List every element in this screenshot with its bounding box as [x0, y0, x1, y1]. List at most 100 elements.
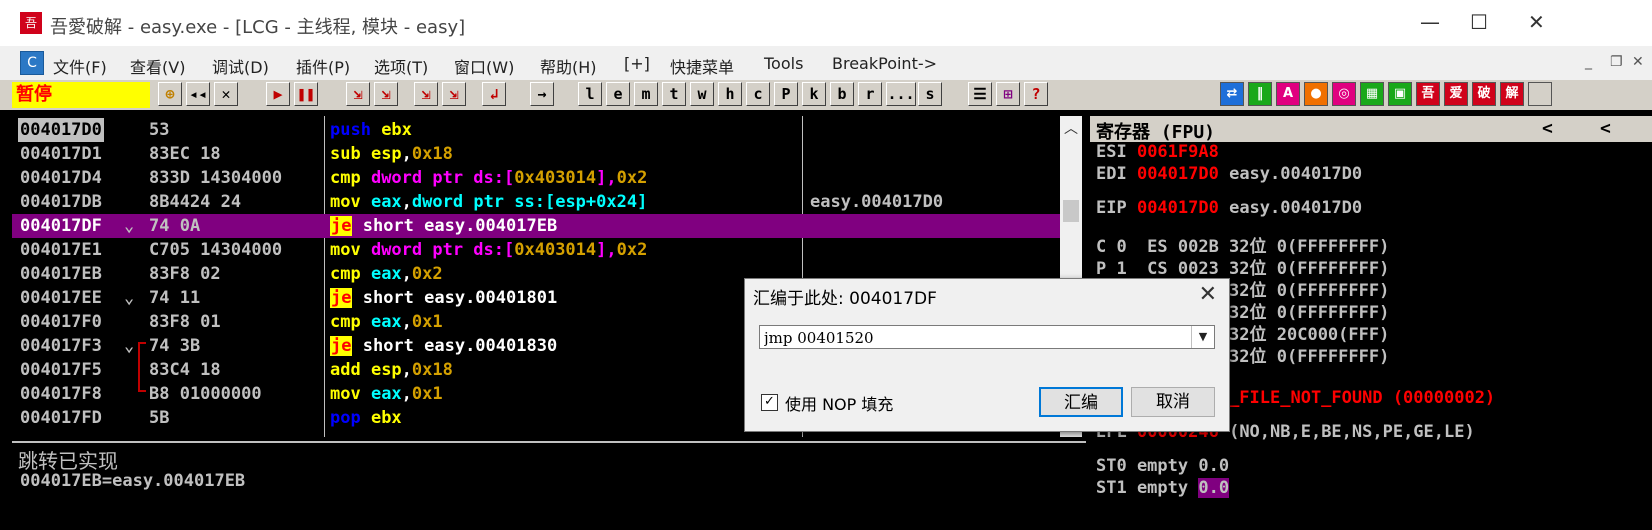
- plugin-record-icon[interactable]: ●: [1304, 82, 1328, 106]
- blank-toolbar-button[interactable]: [1528, 82, 1552, 106]
- instruction: pop ebx: [330, 406, 402, 430]
- jump-status-text: 跳转已实现: [18, 449, 118, 473]
- cancel-button[interactable]: 取消: [1131, 387, 1215, 417]
- references-button[interactable]: r: [858, 82, 882, 106]
- assembly-input[interactable]: ▼: [759, 325, 1215, 350]
- register-line[interactable]: ESI 0061F9A8: [1096, 142, 1219, 162]
- plugin-swap-icon[interactable]: ⇄: [1220, 82, 1244, 106]
- close-button[interactable]: ✕: [1528, 10, 1545, 34]
- disassembly-row[interactable]: 004017D4 833D 14304000 cmp dword ptr ds:[…: [12, 166, 1068, 190]
- address: 004017E1: [20, 240, 102, 260]
- register-line[interactable]: ST0 empty 0.0: [1096, 456, 1229, 476]
- threads-window-button[interactable]: t: [662, 82, 686, 106]
- scroll-up-icon[interactable]: ︿: [1064, 118, 1078, 138]
- goto-button[interactable]: →: [530, 82, 554, 106]
- restart-button[interactable]: ◂◂: [186, 82, 210, 106]
- plugin-target-icon[interactable]: ◎: [1332, 82, 1356, 106]
- modules-window-button[interactable]: e: [606, 82, 630, 106]
- cpu-window-button[interactable]: c: [746, 82, 770, 106]
- instruction-token: 0x2: [616, 168, 648, 188]
- memory-window-button[interactable]: m: [634, 82, 658, 106]
- mdi-minimize-button[interactable]: _: [1585, 54, 1592, 70]
- menu-quick[interactable]: 快捷菜单: [670, 54, 734, 78]
- menu-plus[interactable]: [+]: [624, 54, 650, 73]
- patches-window-button[interactable]: P: [774, 82, 798, 106]
- step-over-button[interactable]: ⇲: [374, 82, 398, 106]
- instruction: je short easy.004017EB: [330, 214, 557, 238]
- handles-window-button[interactable]: h: [718, 82, 742, 106]
- instruction-token: 0x403014: [514, 240, 597, 260]
- register-text: (NO,NB,E,BE,NS,PE,GE,LE): [1218, 422, 1475, 442]
- plugin-grid-icon[interactable]: ▦: [1360, 82, 1384, 106]
- disassembly-row[interactable]: 004017DB 8B4424 24 mov eax,dword ptr ss:[e…: [12, 190, 1068, 214]
- disassembly-row[interactable]: 004017DF ⌄ 74 0A je short easy.004017EB: [12, 214, 1068, 238]
- address: 004017F3: [20, 336, 102, 356]
- minimize-button[interactable]: —: [1420, 10, 1440, 34]
- scroll-thumb[interactable]: [1063, 200, 1079, 222]
- chevron-down-icon[interactable]: ▼: [1191, 326, 1214, 348]
- jump-marker: ⌄: [124, 336, 135, 356]
- disassembly-row[interactable]: 004017E1 C705 14304000 mov dword ptr ds:[…: [12, 238, 1068, 262]
- step-into-button[interactable]: ⇲: [346, 82, 370, 106]
- maximize-button[interactable]: ☐: [1470, 10, 1488, 34]
- register-text: ST1 empty: [1096, 478, 1199, 498]
- register-line[interactable]: EDI 004017D0 easy.004017D0: [1096, 164, 1362, 184]
- options-icon[interactable]: ⊞: [996, 82, 1020, 106]
- cpu-window-icon[interactable]: C: [20, 51, 44, 75]
- run-trace-button[interactable]: ...: [886, 82, 916, 106]
- help-button[interactable]: ?: [1024, 82, 1048, 106]
- hex-bytes: C705 14304000: [149, 240, 283, 260]
- menu-help[interactable]: 帮助(H): [540, 54, 597, 78]
- disassembly-row[interactable]: 004017D0 53 push ebx: [12, 118, 1068, 142]
- menu-options[interactable]: 选项(T): [374, 54, 428, 78]
- breakpoints-window-button[interactable]: b: [830, 82, 854, 106]
- brand-jie-icon[interactable]: 解: [1500, 82, 1524, 106]
- plugin-pause-icon[interactable]: ‖: [1248, 82, 1272, 106]
- hex-bytes: 83F8 02: [149, 264, 221, 284]
- register-line[interactable]: ST1 empty 0.0: [1096, 478, 1230, 498]
- open-button[interactable]: ⊕: [158, 82, 182, 106]
- instruction-token: pop: [330, 408, 361, 428]
- prev-view-icon[interactable]: <: [1600, 118, 1611, 139]
- windows-window-button[interactable]: w: [690, 82, 714, 106]
- registers-title: 寄存器 (FPU): [1096, 122, 1216, 143]
- execute-till-return-button[interactable]: ↲: [482, 82, 506, 106]
- trace-into-button[interactable]: ⇲: [414, 82, 438, 106]
- prev-view-icon[interactable]: <: [1542, 118, 1553, 139]
- menu-tools[interactable]: Tools: [764, 54, 803, 73]
- close-icon[interactable]: ✕: [1199, 282, 1217, 307]
- call-stack-button[interactable]: k: [802, 82, 826, 106]
- disassembly-row[interactable]: 004017D1 83EC 18 sub esp,0x18: [12, 142, 1068, 166]
- hex-bytes: 83F8 01: [149, 312, 221, 332]
- mdi-restore-button[interactable]: ❐: [1610, 54, 1623, 70]
- nop-fill-checkbox[interactable]: ✓: [761, 394, 778, 411]
- plugin-a-icon[interactable]: A: [1276, 82, 1300, 106]
- window-title: 吾愛破解 - easy.exe - [LCG - 主线程, 模块 - easy]: [50, 17, 466, 38]
- menu-file[interactable]: 文件(F): [53, 54, 107, 78]
- menu-plugins[interactable]: 插件(P): [296, 54, 350, 78]
- menu-window[interactable]: 窗口(W): [454, 54, 514, 78]
- register-line[interactable]: EIP 004017D0 easy.004017D0: [1096, 198, 1362, 218]
- menu-breakpoint[interactable]: BreakPoint->: [832, 54, 937, 73]
- assembly-input-field[interactable]: [760, 326, 1186, 350]
- hex-bytes: 8B4424 24: [149, 192, 242, 212]
- jump-marker: ⌄: [124, 288, 135, 308]
- brand-ai-icon[interactable]: 爱: [1444, 82, 1468, 106]
- menu-view[interactable]: 查看(V): [130, 54, 185, 78]
- mdi-close-button[interactable]: ✕: [1632, 54, 1644, 70]
- list-icon[interactable]: ☰: [968, 82, 992, 106]
- assemble-button[interactable]: 汇编: [1039, 387, 1123, 417]
- menu-debug[interactable]: 调试(D): [212, 54, 269, 78]
- brand-po-icon[interactable]: 破: [1472, 82, 1496, 106]
- instruction: cmp dword ptr ds:[0x403014],0x2: [330, 166, 647, 190]
- plugin-box-icon[interactable]: ▣: [1388, 82, 1412, 106]
- instruction-token: eax: [370, 312, 402, 332]
- trace-over-button[interactable]: ⇲: [442, 82, 466, 106]
- pause-button[interactable]: ❚❚: [294, 82, 318, 106]
- close-process-button[interactable]: ✕: [214, 82, 238, 106]
- instruction-token: 0x18: [411, 144, 453, 164]
- run-button[interactable]: ▶: [266, 82, 290, 106]
- brand-wu-icon[interactable]: 吾: [1416, 82, 1440, 106]
- log-window-button[interactable]: l: [578, 82, 602, 106]
- source-button[interactable]: s: [918, 82, 942, 106]
